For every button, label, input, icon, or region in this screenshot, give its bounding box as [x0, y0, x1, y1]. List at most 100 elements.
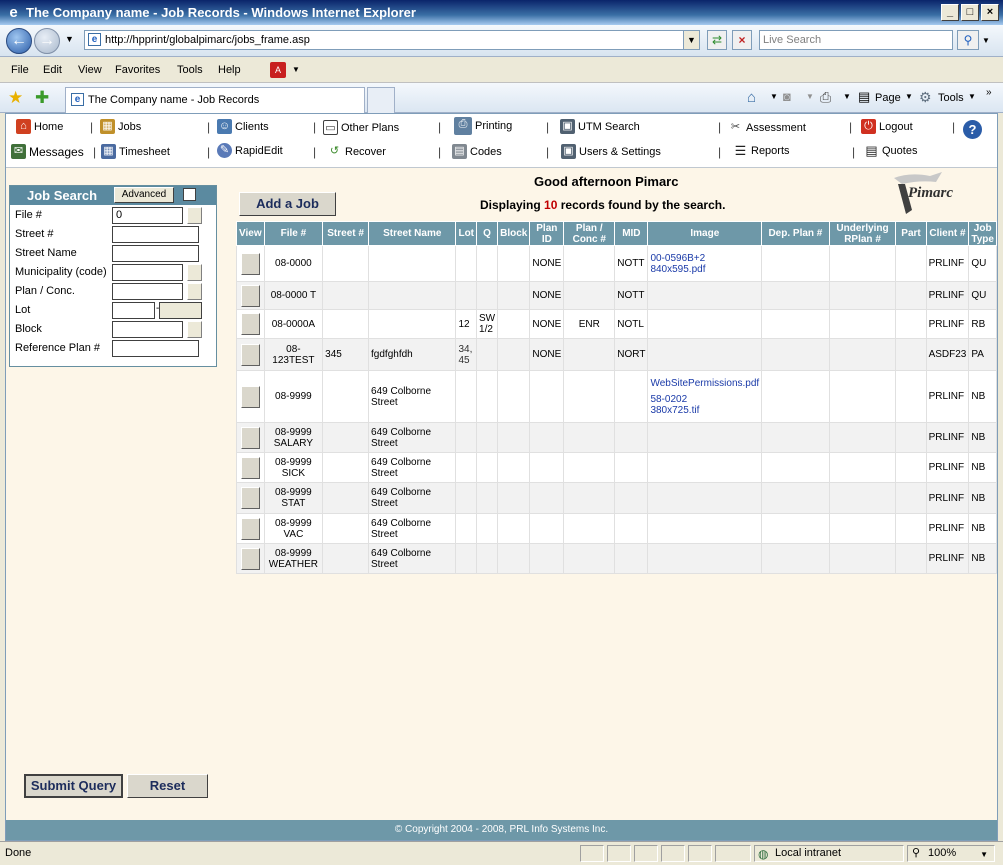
plan-conc-lookup-button[interactable]	[187, 283, 202, 300]
refresh-icon[interactable]: ⇄	[707, 30, 727, 50]
zoom-control[interactable]: ⚲ 100% ▼	[907, 845, 995, 862]
nav-separator: |	[952, 120, 956, 134]
live-search-input[interactable]: Live Search	[759, 30, 953, 50]
menu-edit[interactable]: Edit	[43, 64, 62, 76]
chevron-more-icon[interactable]: »	[986, 87, 992, 98]
nav-messages[interactable]: ✉ Messages	[11, 144, 84, 159]
nav-rapidedit[interactable]: ✎ RapidEdit	[217, 143, 283, 158]
image-link[interactable]: WebSitePermissions.pdf	[650, 378, 759, 389]
plan-conc-input[interactable]	[112, 283, 183, 300]
app-nav: ⌂ Home | ▦ Jobs | ☺ Clients | ▭ Other Plans …	[6, 114, 997, 168]
menu-favorites[interactable]: Favorites	[115, 64, 160, 76]
back-icon[interactable]: ←	[6, 28, 32, 54]
menu-tools[interactable]: Tools	[177, 64, 203, 76]
pdf-icon[interactable]: A	[270, 62, 286, 78]
submit-query-button[interactable]: Submit Query	[24, 774, 123, 798]
image-cell	[647, 309, 763, 339]
view-record-button[interactable]	[240, 343, 260, 366]
menu-file[interactable]: File	[11, 64, 29, 76]
nav-codes[interactable]: ▤ Codes	[452, 144, 502, 159]
forward-icon[interactable]: →	[34, 28, 60, 54]
nav-home[interactable]: ⌂ Home	[16, 119, 63, 134]
stop-icon[interactable]: ×	[732, 30, 752, 50]
help-icon[interactable]: ?	[963, 120, 982, 139]
maximize-icon[interactable]: □	[961, 4, 979, 21]
page-dropdown-icon[interactable]: ▼	[905, 92, 913, 101]
minimize-icon[interactable]: _	[941, 4, 959, 21]
nav-quotes[interactable]: ▤ Quotes	[864, 143, 917, 158]
mid-cell	[614, 370, 649, 423]
view-record-button[interactable]	[240, 547, 260, 570]
street-no-input[interactable]	[112, 226, 199, 243]
municipality-lookup-button[interactable]	[187, 264, 202, 281]
tab-job-records[interactable]: e The Company name - Job Records	[65, 87, 365, 113]
close-icon[interactable]: ×	[981, 4, 999, 21]
reference-plan-input[interactable]	[112, 340, 199, 357]
view-record-button[interactable]	[240, 426, 260, 449]
nav-users-settings[interactable]: ▣ Users & Settings	[561, 144, 661, 159]
favorites-star-icon[interactable]: ★	[8, 88, 23, 108]
nav-printing[interactable]: ⎙ Printing	[454, 117, 512, 135]
print-cmd-icon[interactable]: ⎙	[820, 89, 831, 106]
nav-reports[interactable]: ☰ Reports	[733, 143, 790, 158]
block-input[interactable]	[112, 321, 183, 338]
reset-button[interactable]: Reset	[127, 774, 208, 798]
zoom-dropdown-icon[interactable]: ▼	[980, 847, 988, 862]
search-icon[interactable]: ⚲	[957, 30, 979, 50]
image-link[interactable]: 58-0202	[650, 394, 759, 405]
tools-menu[interactable]: Tools	[938, 92, 964, 104]
home-cmd-icon[interactable]: ⌂	[747, 89, 756, 106]
view-record-button[interactable]	[240, 487, 260, 509]
history-dropdown-icon[interactable]: ▼	[65, 34, 74, 44]
street-name-cell: 649 Colborne Street	[368, 422, 457, 453]
url-input[interactable]: e http://hpprint/globalpimarc/jobs_frame…	[84, 30, 700, 50]
view-record-button[interactable]	[240, 517, 260, 540]
url-dropdown-icon[interactable]: ▼	[683, 31, 699, 49]
municipality-input[interactable]	[112, 264, 183, 281]
view-record-button[interactable]	[240, 313, 260, 335]
add-favorite-icon[interactable]: ✚	[35, 88, 49, 108]
block-lookup-button[interactable]	[187, 321, 202, 338]
view-record-button[interactable]	[240, 456, 260, 479]
page-menu[interactable]: Page	[875, 92, 901, 104]
home-dropdown-icon[interactable]: ▼	[770, 92, 778, 101]
image-link[interactable]: 00-0596B+2	[650, 253, 759, 264]
menu-help[interactable]: Help	[218, 64, 241, 76]
nav-utm-search[interactable]: ▣ UTM Search	[560, 119, 640, 134]
image-cell	[647, 422, 763, 453]
nav-logout[interactable]: ⏻ Logout	[861, 119, 913, 134]
view-record-button[interactable]	[240, 385, 260, 408]
search-options-icon[interactable]: ▼	[982, 36, 990, 45]
file-no-lookup-button[interactable]	[187, 207, 202, 224]
image-link[interactable]: 840x595.pdf	[650, 264, 759, 275]
plan-id-cell	[529, 370, 565, 423]
street-name-input[interactable]	[112, 245, 199, 262]
nav-recover[interactable]: ↺ Recover	[327, 144, 386, 159]
feeds-dropdown-icon[interactable]: ▼	[806, 92, 814, 101]
nav-jobs-label: Jobs	[118, 120, 142, 133]
advanced-button[interactable]: Advanced	[114, 187, 174, 203]
menu-view[interactable]: View	[78, 64, 102, 76]
tools-dropdown-icon[interactable]: ▼	[968, 92, 976, 101]
image-link[interactable]: 380x725.tif	[650, 405, 759, 416]
nav-other-plans[interactable]: ▭ Other Plans	[323, 120, 399, 135]
nav-assessment[interactable]: ✂ Assessment	[728, 120, 806, 135]
job-type-cell: NB	[968, 482, 997, 514]
view-record-button[interactable]	[240, 284, 260, 307]
urplan-cell	[828, 482, 897, 514]
nav-timesheet[interactable]: ▦ Timesheet	[101, 144, 170, 159]
print-dropdown-icon[interactable]: ▼	[843, 92, 851, 101]
advanced-checkbox[interactable]	[183, 188, 196, 201]
new-tab-button[interactable]	[367, 87, 395, 113]
nav-clients[interactable]: ☺ Clients	[217, 119, 269, 134]
nav-jobs[interactable]: ▦ Jobs	[100, 119, 141, 134]
pdf-dropdown-icon[interactable]: ▼	[292, 65, 300, 74]
lot-from-input[interactable]	[112, 302, 155, 319]
view-record-button[interactable]	[240, 252, 260, 275]
image-cell: WebSitePermissions.pdf 58-0202 380x725.tif	[647, 370, 763, 423]
file-no-input[interactable]: 0	[112, 207, 183, 224]
feeds-icon[interactable]: ◙	[783, 89, 791, 104]
lot-to-input[interactable]	[159, 302, 202, 319]
lot-label: Lot	[15, 304, 31, 316]
add-job-button[interactable]: Add a Job	[239, 192, 336, 216]
